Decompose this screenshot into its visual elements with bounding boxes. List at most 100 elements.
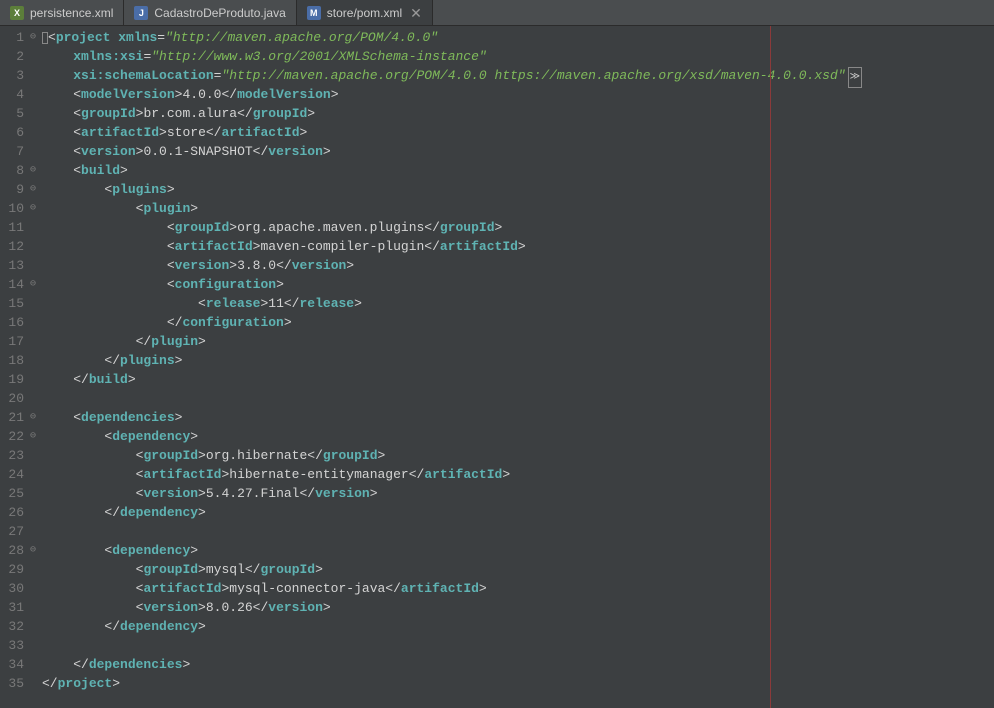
- gutter-line: 24: [0, 465, 38, 484]
- token-b: >: [229, 258, 237, 273]
- token-tag: dependency: [112, 543, 190, 558]
- editor-tab[interactable]: Mstore/pom.xml✕: [297, 0, 433, 25]
- code-line[interactable]: <artifactId>mysql-connector-java</artifa…: [42, 579, 994, 598]
- token-b: </: [206, 125, 222, 140]
- token-b: </: [136, 334, 152, 349]
- code-line[interactable]: <plugins>: [42, 180, 994, 199]
- token-b: >: [323, 600, 331, 615]
- code-line[interactable]: </dependency>: [42, 617, 994, 636]
- token-eq: =: [157, 30, 165, 45]
- code-line[interactable]: <dependencies>: [42, 408, 994, 427]
- token-b: <: [73, 106, 81, 121]
- code-line[interactable]: <version>5.4.27.Final</version>: [42, 484, 994, 503]
- line-number: 32: [0, 617, 28, 636]
- code-line[interactable]: <dependency>: [42, 541, 994, 560]
- code-line[interactable]: <project xmlns="http://maven.apache.org/…: [42, 28, 994, 47]
- code-line[interactable]: <artifactId>maven-compiler-plugin</artif…: [42, 237, 994, 256]
- token-b: >: [112, 676, 120, 691]
- fold-marker-icon[interactable]: ⊖: [28, 161, 38, 180]
- code-line[interactable]: xsi:schemaLocation="http://maven.apache.…: [42, 66, 994, 85]
- token-txt: 4.0.0: [182, 87, 221, 102]
- token-tag: plugin: [143, 201, 190, 216]
- code-line[interactable]: [42, 522, 994, 541]
- code-line[interactable]: </plugins>: [42, 351, 994, 370]
- code-line[interactable]: </configuration>: [42, 313, 994, 332]
- token-b: </: [385, 581, 401, 596]
- code-line[interactable]: </dependency>: [42, 503, 994, 522]
- token-b: >: [479, 581, 487, 596]
- code-line[interactable]: </plugin>: [42, 332, 994, 351]
- code-line[interactable]: <build>: [42, 161, 994, 180]
- gutter-line: 34: [0, 655, 38, 674]
- gutter-line: 18: [0, 351, 38, 370]
- line-number: 26: [0, 503, 28, 522]
- file-type-icon: J: [134, 6, 148, 20]
- token-b: >: [198, 562, 206, 577]
- code-line[interactable]: [42, 636, 994, 655]
- code-line[interactable]: <groupId>org.hibernate</groupId>: [42, 446, 994, 465]
- token-txt: br.com.alura: [143, 106, 237, 121]
- code-line[interactable]: <artifactId>store</artifactId>: [42, 123, 994, 142]
- token-b: >: [159, 125, 167, 140]
- fold-marker-icon[interactable]: ⊖: [28, 28, 38, 47]
- token-b: <: [73, 87, 81, 102]
- token-tag: version: [268, 144, 323, 159]
- code-line[interactable]: </project>: [42, 674, 994, 693]
- token-b: >: [120, 163, 128, 178]
- token-attr: xmlns:xsi: [73, 49, 143, 64]
- code-line[interactable]: <groupId>br.com.alura</groupId>: [42, 104, 994, 123]
- gutter-line: 4: [0, 85, 38, 104]
- code-line[interactable]: </dependencies>: [42, 655, 994, 674]
- editor-tab[interactable]: J CadastroDeProduto.java: [124, 0, 296, 25]
- gutter-line: 21⊖: [0, 408, 38, 427]
- editor-tab[interactable]: Xpersistence.xml: [0, 0, 124, 25]
- line-number: 11: [0, 218, 28, 237]
- code-line[interactable]: <version>0.0.1-SNAPSHOT</version>: [42, 142, 994, 161]
- gutter-line: 19: [0, 370, 38, 389]
- fold-marker-icon[interactable]: ⊖: [28, 408, 38, 427]
- close-icon[interactable]: ✕: [410, 6, 422, 20]
- fold-marker-icon[interactable]: ⊖: [28, 275, 38, 294]
- token-attr: xmlns: [118, 30, 157, 45]
- code-line[interactable]: xmlns:xsi="http://www.w3.org/2001/XMLSch…: [42, 47, 994, 66]
- code-line[interactable]: <groupId>org.apache.maven.plugins</group…: [42, 218, 994, 237]
- line-number: 28: [0, 541, 28, 560]
- gutter-line: 35: [0, 674, 38, 693]
- gutter-line: 10⊖: [0, 199, 38, 218]
- line-number: 27: [0, 522, 28, 541]
- token-str: "http://www.w3.org/2001/XMLSchema-instan…: [151, 49, 486, 64]
- line-number: 25: [0, 484, 28, 503]
- gutter-line: 20: [0, 389, 38, 408]
- code-line[interactable]: <version>3.8.0</version>: [42, 256, 994, 275]
- code-line[interactable]: <plugin>: [42, 199, 994, 218]
- token-tag: dependency: [120, 505, 198, 520]
- code-line[interactable]: <dependency>: [42, 427, 994, 446]
- code-line[interactable]: <groupId>mysql</groupId>: [42, 560, 994, 579]
- code-line[interactable]: <version>8.0.26</version>: [42, 598, 994, 617]
- code-line[interactable]: </build>: [42, 370, 994, 389]
- code-line[interactable]: <release>11</release>: [42, 294, 994, 313]
- code-line[interactable]: <artifactId>hibernate-entitymanager</art…: [42, 465, 994, 484]
- line-number: 13: [0, 256, 28, 275]
- fold-marker-icon[interactable]: ⊖: [28, 199, 38, 218]
- token-b: </: [104, 353, 120, 368]
- line-number: 17: [0, 332, 28, 351]
- token-tag: artifactId: [401, 581, 479, 596]
- line-number: 20: [0, 389, 28, 408]
- token-b: >: [378, 448, 386, 463]
- token-b: >: [354, 296, 362, 311]
- fold-marker-icon[interactable]: ⊖: [28, 541, 38, 560]
- code-area[interactable]: <project xmlns="http://maven.apache.org/…: [38, 26, 994, 708]
- token-b: >: [182, 657, 190, 672]
- code-line[interactable]: [42, 389, 994, 408]
- token-tag: version: [175, 258, 230, 273]
- fold-marker-icon[interactable]: ⊖: [28, 427, 38, 446]
- line-number: 29: [0, 560, 28, 579]
- token-b: </: [424, 220, 440, 235]
- fold-marker-icon[interactable]: ⊖: [28, 180, 38, 199]
- gutter-line: 6: [0, 123, 38, 142]
- token-txt: 8.0.26: [206, 600, 253, 615]
- code-line[interactable]: <configuration>: [42, 275, 994, 294]
- gutter-line: 26: [0, 503, 38, 522]
- tab-label: CadastroDeProduto.java: [154, 6, 285, 20]
